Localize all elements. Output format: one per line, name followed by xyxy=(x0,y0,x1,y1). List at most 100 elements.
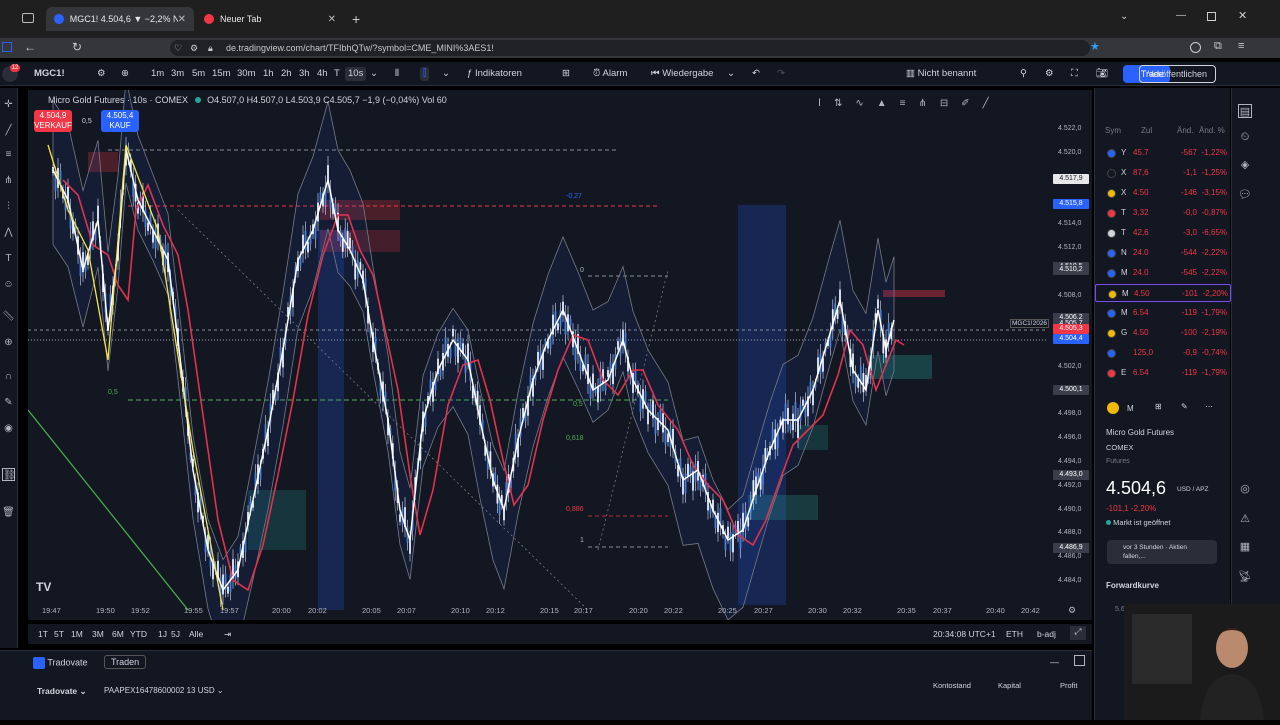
chart-canvas[interactable]: -0,27 0,5 0,5 0,618 0,886 1 0 xyxy=(28,90,1092,620)
session-toggle[interactable]: ETH xyxy=(1006,629,1023,639)
interval-5m[interactable]: 5m xyxy=(192,67,205,81)
grid-icon[interactable]: ⊞ xyxy=(1155,402,1162,411)
smiley-icon[interactable]: ☺ xyxy=(2,278,15,291)
range-5t[interactable]: 5T xyxy=(54,629,64,639)
chat-icon[interactable]: 💬︎ xyxy=(1238,188,1252,202)
url-input[interactable]: ♡ ⚙ 🔒︎ de.tradingview.com/chart/TFIbhQTw… xyxy=(170,40,1090,56)
watchlist-row[interactable]: E 6.54 -119 -1,79% xyxy=(1095,364,1231,382)
alerts-clock-icon[interactable]: ⏲ xyxy=(1238,130,1252,144)
range-1m[interactable]: 1M xyxy=(71,629,83,639)
edit-icon[interactable]: ✎ xyxy=(1181,402,1188,411)
extensions-icon[interactable]: ⧉ xyxy=(1214,40,1222,53)
watchlist-row[interactable]: M 4.50 -101 -2,20% xyxy=(1095,284,1231,302)
fullscreen-icon[interactable]: ⛶ xyxy=(1071,67,1078,81)
wave-icon[interactable]: ∿ xyxy=(855,98,876,109)
bar-style-icon[interactable]: ⫴ xyxy=(395,67,399,81)
scale-settings-icon[interactable]: ⚙ xyxy=(1068,605,1076,616)
tv-menu-avatar[interactable]: 12 xyxy=(2,64,20,82)
snapshot-camera-icon[interactable]: 📷︎ xyxy=(1096,67,1108,81)
publish-button[interactable]: Veröffentlichen xyxy=(1138,65,1216,83)
broadcast-icon[interactable]: 📡︎ xyxy=(1238,570,1252,584)
text-tool-icon[interactable]: Ⅰ xyxy=(818,98,834,109)
watchlist-row[interactable]: Y 45.7 -567 -1,22% xyxy=(1095,144,1231,162)
more-icon[interactable]: ⋯ xyxy=(1205,402,1213,411)
browser-more-icon[interactable]: ≡ xyxy=(1238,40,1244,52)
sell-button[interactable]: 4.504,9 VERKAUF xyxy=(34,110,72,132)
close-tab-icon[interactable]: ✕ xyxy=(178,14,186,25)
interval-1h[interactable]: 1h xyxy=(263,67,274,81)
price-chart[interactable]: -0,27 0,5 0,5 0,618 0,886 1 0 Micro Gold Futur… xyxy=(28,90,1092,620)
candle-style-icon[interactable]: ⫿ xyxy=(420,67,430,81)
lines-icon[interactable]: ≡ xyxy=(900,98,919,109)
bookmark-icon[interactable]: ★ xyxy=(1090,40,1100,53)
account-select[interactable]: PAAPEX16478600002 13 USD ⌄ xyxy=(104,686,224,695)
plus-icon[interactable]: + xyxy=(352,11,360,27)
redo-icon[interactable]: ↷ xyxy=(777,67,785,81)
buy-button[interactable]: 4.505,4 KAUF xyxy=(101,110,139,132)
watchlist-row[interactable]: M 24.0 -545 -2,22% xyxy=(1095,264,1231,282)
maximize-icon[interactable] xyxy=(1207,12,1216,21)
heart-icon[interactable]: ♡ xyxy=(174,40,182,56)
layers-icon[interactable]: ◈ xyxy=(1238,158,1252,172)
watchlist-row[interactable]: M 6.54 -119 -1,79% xyxy=(1095,304,1231,322)
goto-date-icon[interactable]: ⇥ xyxy=(224,629,231,640)
close-window-icon[interactable]: ✕ xyxy=(1238,9,1247,22)
auto-scale-icon[interactable]: ⤢ xyxy=(1070,626,1086,640)
watchlist-row[interactable]: T 42,6 -3,0 -6,65% xyxy=(1095,224,1231,242)
range-1j[interactable]: 1J xyxy=(158,629,167,639)
interval-15m[interactable]: 15m xyxy=(212,67,230,81)
range-alle[interactable]: Alle xyxy=(189,629,203,639)
sidebar-icon[interactable] xyxy=(2,42,12,52)
link-icon[interactable]: ⛓ xyxy=(2,468,16,481)
ideas-icon[interactable]: ⚠ xyxy=(1238,512,1252,526)
crosshair-icon[interactable]: ✛ xyxy=(2,98,15,111)
settings-gear-icon[interactable]: ⚙ xyxy=(1045,67,1054,81)
range-1t[interactable]: 1T xyxy=(38,629,48,639)
range-ytd[interactable]: YTD xyxy=(130,629,147,639)
profile-icon[interactable] xyxy=(1190,42,1201,53)
watchlist-row[interactable]: N 24.0 -544 -2,22% xyxy=(1095,244,1231,262)
calendar-icon[interactable]: ▦ xyxy=(1238,540,1252,554)
chevron-down-icon[interactable]: ⌄ xyxy=(727,67,735,81)
brush-icon[interactable]: ✐ xyxy=(961,98,982,109)
back-icon[interactable]: ← xyxy=(24,40,36,54)
eye-icon[interactable]: ◉ xyxy=(2,422,15,435)
range-6m[interactable]: 6M xyxy=(112,629,124,639)
chevron-down-icon[interactable]: ⌄ xyxy=(442,67,450,81)
watchlist-row[interactable]: G 4.50 -100 -2,19% xyxy=(1095,324,1231,342)
arrow-up-icon[interactable]: ▲ xyxy=(877,98,900,109)
quick-search-icon[interactable]: ⚲ xyxy=(1020,67,1027,81)
line-icon[interactable]: ╱ xyxy=(983,98,1002,109)
undo-icon[interactable]: ↶ xyxy=(752,67,760,81)
detail-name[interactable]: Micro Gold Futures xyxy=(1106,428,1174,437)
templates-icon[interactable]: ⊞ xyxy=(562,67,570,81)
watch-header-sym[interactable]: Sym xyxy=(1105,126,1121,135)
broker-select[interactable]: Tradovate ⌄ xyxy=(37,686,87,697)
ruler-icon[interactable]: 📏︎ xyxy=(2,310,15,323)
watchlist-icon[interactable]: ▤ xyxy=(1238,104,1252,118)
browser-menu-icon[interactable] xyxy=(22,13,34,23)
pitchfork-icon[interactable]: ⋔ xyxy=(2,174,15,187)
maximize-panel-icon[interactable] xyxy=(1074,655,1085,666)
range-5j[interactable]: 5J xyxy=(171,629,180,639)
zoom-in-icon[interactable]: ⊕ xyxy=(2,336,15,349)
hlines-icon[interactable]: ≡ xyxy=(2,148,15,161)
path-icon[interactable]: ⇅ xyxy=(834,98,855,109)
watchlist-row[interactable]: T 3,32 -0,0 -0,87% xyxy=(1095,204,1231,222)
chevron-down-icon[interactable]: ⌄ xyxy=(1120,11,1128,22)
trendline-icon[interactable]: ╱ xyxy=(2,124,15,137)
news-card[interactable]: vor 3 Stunden · Aktien fallen,... xyxy=(1107,540,1217,564)
reload-icon[interactable]: ↻ xyxy=(72,40,82,54)
interval-2h[interactable]: 2h xyxy=(281,67,292,81)
layout-button[interactable]: ▥ Nicht benannt xyxy=(906,67,976,81)
clock-display[interactable]: 20:34:08 UTC+1 xyxy=(933,629,996,639)
adjust-toggle[interactable]: b-adj xyxy=(1037,629,1056,639)
replay-button[interactable]: ⏮ Wiedergabe xyxy=(651,67,713,81)
fib-icon[interactable]: ⫶ xyxy=(2,200,15,213)
lock-drawings-icon[interactable]: ✎ xyxy=(2,396,15,409)
trash-icon[interactable]: 🗑︎ xyxy=(2,506,15,519)
compare-plus-icon[interactable]: ⊕ xyxy=(121,67,129,81)
text-icon[interactable]: T xyxy=(2,252,15,265)
browser-tab-tradingview[interactable]: MGC1! 4.504,6 ▼ −2,2% Nicht b ✕ xyxy=(46,7,194,31)
symbol-options-icon[interactable]: ⚙ xyxy=(97,67,106,81)
